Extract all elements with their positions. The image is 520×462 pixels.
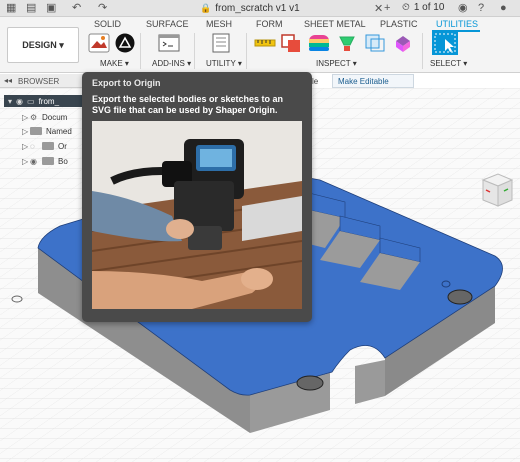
curvature-map-icon[interactable] bbox=[308, 33, 330, 53]
collapse-browser-icon[interactable]: ◂◂ bbox=[4, 76, 12, 85]
parameters-icon[interactable] bbox=[210, 33, 232, 53]
app-grid-icon[interactable]: ▦ bbox=[6, 2, 16, 15]
root-name: from_ bbox=[38, 96, 60, 106]
folder-icon bbox=[30, 127, 42, 135]
account-icon[interactable]: ● bbox=[500, 2, 507, 15]
tab-sheet-metal[interactable]: SHEET METAL bbox=[304, 19, 366, 29]
browser-item-label: Or bbox=[58, 141, 67, 151]
browser-item-label: Bo bbox=[58, 156, 68, 166]
gear-icon: ⚙ bbox=[30, 112, 38, 122]
tooltip-description: Export the selected bodies or sketches t… bbox=[92, 94, 284, 115]
inspect-group-label[interactable]: INSPECT ▾ bbox=[316, 59, 357, 68]
notifications-icon[interactable]: ◉ bbox=[458, 2, 468, 15]
folder-icon bbox=[42, 157, 54, 165]
make-editable-button[interactable]: Make Editable bbox=[332, 74, 414, 88]
browser-item-label: Docum bbox=[42, 112, 68, 122]
scripts-addins-icon[interactable] bbox=[158, 33, 180, 53]
component-icon: ▭ bbox=[27, 96, 35, 106]
tooltip-title: Export to Origin bbox=[92, 78, 161, 88]
tooltip-preview-image bbox=[92, 121, 302, 309]
browser-item-named-views[interactable]: ▷ Named bbox=[22, 124, 72, 138]
eye-icon[interactable]: ◉ bbox=[30, 157, 42, 166]
job-counter: 1 of 10 bbox=[413, 2, 445, 13]
select-group-label[interactable]: SELECT ▾ bbox=[430, 59, 467, 68]
measure-icon[interactable] bbox=[254, 33, 276, 53]
export-to-origin-icon[interactable] bbox=[114, 33, 136, 53]
divider bbox=[194, 33, 195, 69]
ribbon-toolbar: SOLID SURFACE MESH FORM SHEET METAL PLAS… bbox=[0, 17, 520, 73]
addins-group-label[interactable]: ADD-INS ▾ bbox=[152, 59, 191, 68]
workspace-switcher[interactable]: DESIGN ▾ bbox=[7, 27, 79, 63]
browser-item-bodies[interactable]: ▷ ◉ Bo bbox=[22, 154, 68, 168]
new-tab-icon[interactable]: + bbox=[384, 2, 390, 15]
collapse-icon[interactable]: ▾ bbox=[8, 97, 12, 106]
tooltip-export-to-origin: Export to Origin Export the selected bod… bbox=[82, 72, 312, 322]
hole bbox=[447, 289, 473, 305]
header-partial-text: le bbox=[312, 77, 319, 86]
tab-form[interactable]: FORM bbox=[256, 19, 283, 29]
tab-solid[interactable]: SOLID bbox=[94, 19, 121, 29]
3d-print-icon[interactable] bbox=[88, 33, 110, 53]
utility-group-label[interactable]: UTILITY ▾ bbox=[206, 59, 242, 68]
document-title: from_scratch v1 v1 bbox=[215, 3, 300, 14]
undo-icon[interactable]: ↶ bbox=[72, 2, 81, 15]
expand-icon[interactable]: ▷ bbox=[22, 142, 30, 151]
close-tab-icon[interactable]: ✕ bbox=[374, 2, 383, 15]
divider bbox=[140, 33, 141, 69]
expand-icon[interactable]: ▷ bbox=[22, 157, 30, 166]
folder-icon bbox=[42, 142, 54, 150]
divider bbox=[422, 33, 423, 69]
browser-title: BROWSER bbox=[18, 77, 60, 86]
zebra-analysis-icon[interactable] bbox=[336, 33, 358, 53]
tab-mesh[interactable]: MESH bbox=[206, 19, 232, 29]
browser-root[interactable]: ▾ ◉ ▭ from_ bbox=[4, 95, 84, 107]
browser-item-label: Named bbox=[46, 126, 72, 136]
interference-icon[interactable] bbox=[280, 33, 302, 53]
tab-plastic[interactable]: PLASTIC bbox=[380, 19, 418, 29]
eye-hidden-icon[interactable]: ◌ bbox=[30, 142, 42, 151]
redo-icon[interactable]: ↷ bbox=[98, 2, 107, 15]
title-bar: ▦ ▤ ▣ ↶ ↷ 🔒 from_scratch v1 v1 ✕ + ⏲ 1 o… bbox=[0, 0, 520, 17]
job-status[interactable]: ⏲ 1 of 10 bbox=[402, 2, 448, 13]
help-icon[interactable]: ? bbox=[478, 2, 484, 15]
hole bbox=[296, 375, 324, 391]
clock-icon: ⏲ bbox=[402, 2, 410, 13]
save-icon[interactable]: ▣ bbox=[46, 2, 56, 15]
select-icon[interactable] bbox=[432, 31, 458, 55]
divider bbox=[246, 33, 247, 69]
browser-header[interactable]: ◂◂ BROWSER bbox=[0, 74, 84, 88]
component-color-icon[interactable] bbox=[392, 33, 414, 53]
hole-small bbox=[441, 280, 451, 288]
tab-surface[interactable]: SURFACE bbox=[146, 19, 189, 29]
eye-icon[interactable]: ◉ bbox=[16, 97, 23, 106]
tab-utilities[interactable]: UTILITIES bbox=[436, 19, 478, 29]
section-analysis-icon[interactable] bbox=[364, 33, 386, 53]
browser-item-document-settings[interactable]: ▷ ⚙ Docum bbox=[22, 110, 67, 124]
browser-item-origin[interactable]: ▷ ◌ Or bbox=[22, 139, 67, 153]
document-tab[interactable]: 🔒 from_scratch v1 v1 ✕ bbox=[200, 0, 383, 17]
lock-icon: 🔒 bbox=[200, 3, 212, 13]
make-group-label[interactable]: MAKE ▾ bbox=[100, 59, 129, 68]
expand-icon[interactable]: ▷ bbox=[22, 127, 30, 136]
viewcube[interactable] bbox=[480, 168, 514, 210]
expand-icon[interactable]: ▷ bbox=[22, 113, 30, 122]
file-icon[interactable]: ▤ bbox=[26, 2, 36, 15]
